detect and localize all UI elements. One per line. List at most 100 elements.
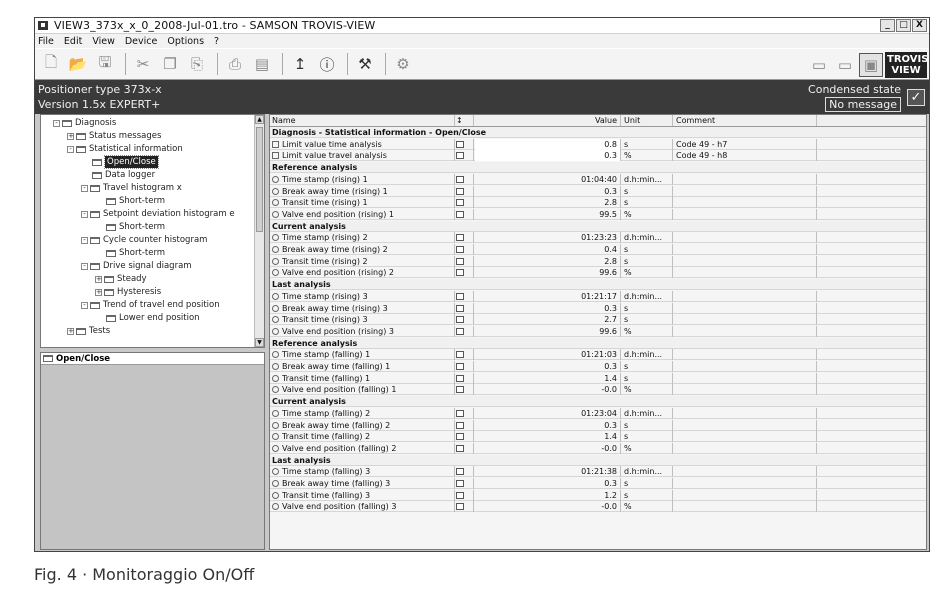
flag-cell[interactable] xyxy=(456,431,470,442)
table-row[interactable]: Limit value time analysis 0.8 s Code 49 - h… xyxy=(270,138,926,150)
flag-cell[interactable] xyxy=(456,139,470,150)
flag-checkbox[interactable] xyxy=(456,316,464,324)
flag-cell[interactable] xyxy=(456,373,470,384)
menu-options[interactable]: Options xyxy=(167,36,204,47)
column-header-comment[interactable]: Comment xyxy=(674,115,814,126)
table-row[interactable]: Time stamp (falling) 3 01:21:38 d.h:min... xyxy=(270,466,926,478)
flag-cell[interactable] xyxy=(456,314,470,325)
flag-cell[interactable] xyxy=(456,197,470,208)
parameter-value[interactable]: 0.3 xyxy=(475,478,620,489)
table-row[interactable]: Time stamp (rising) 2 01:23:23 d.h:min... xyxy=(270,232,926,244)
flag-checkbox[interactable] xyxy=(456,175,464,183)
parameter-value[interactable]: 0.4 xyxy=(475,244,620,255)
minimize-button[interactable]: _ xyxy=(880,19,895,32)
collapse-icon[interactable]: - xyxy=(67,145,74,153)
expand-icon[interactable]: + xyxy=(95,288,102,296)
print-icon[interactable]: ⎙ xyxy=(223,52,247,76)
flag-checkbox[interactable] xyxy=(456,269,464,277)
parameter-value[interactable]: -0.0 xyxy=(475,384,620,395)
close-button[interactable]: X xyxy=(912,19,927,32)
flag-checkbox[interactable] xyxy=(456,140,464,148)
flag-checkbox[interactable] xyxy=(456,234,464,242)
parameter-value[interactable]: 99.5 xyxy=(475,209,620,220)
condensed-state-icon[interactable]: ▣ xyxy=(859,53,883,77)
save-icon[interactable]: 🖫 xyxy=(93,52,117,76)
table-row[interactable]: Limit value travel analysis 0.3% Code 49 -… xyxy=(270,150,926,162)
flag-cell[interactable] xyxy=(456,408,470,419)
column-header-value[interactable]: Value xyxy=(475,115,620,126)
column-header-sort[interactable]: ↕ xyxy=(456,115,470,126)
tree-item[interactable]: Open/Close xyxy=(81,155,159,169)
flag-checkbox[interactable] xyxy=(456,351,464,359)
tree-item[interactable]: + Steady xyxy=(95,273,147,285)
flag-cell[interactable] xyxy=(456,303,470,314)
tree-item[interactable]: + Hysteresis xyxy=(95,286,161,298)
tree-item[interactable]: - Trend of travel end position xyxy=(81,299,220,311)
flag-checkbox[interactable] xyxy=(456,503,464,511)
table-row[interactable]: Valve end position (rising) 2 99.6% xyxy=(270,267,926,279)
table-row[interactable]: Transit time (rising) 1 2.8 s xyxy=(270,197,926,209)
flag-checkbox[interactable] xyxy=(456,292,464,300)
tree-item[interactable]: - Setpoint deviation histogram e xyxy=(81,208,235,220)
collapse-icon[interactable]: - xyxy=(81,236,88,244)
flag-checkbox[interactable] xyxy=(456,246,464,253)
parameter-value[interactable]: 01:04:40 xyxy=(475,174,620,185)
expand-icon[interactable]: + xyxy=(95,275,102,283)
scroll-up-icon[interactable]: ▲ xyxy=(255,115,264,124)
table-row[interactable]: Valve end position (rising) 3 99.6% xyxy=(270,325,926,337)
menu-file[interactable]: File xyxy=(38,36,54,47)
flag-cell[interactable] xyxy=(456,349,470,360)
flag-cell[interactable] xyxy=(456,384,470,395)
parameter-value[interactable]: 0.3 xyxy=(475,303,620,314)
parameter-value[interactable]: 0.3 xyxy=(475,186,620,197)
cut-icon[interactable]: ✂ xyxy=(131,52,155,76)
flag-checkbox[interactable] xyxy=(456,304,464,312)
parameter-value[interactable]: 01:23:23 xyxy=(475,232,620,243)
table-row[interactable]: Transit time (falling) 2 1.4 s xyxy=(270,431,926,443)
flag-cell[interactable] xyxy=(456,443,470,454)
parameter-value[interactable]: 2.7 xyxy=(475,314,620,325)
flag-checkbox[interactable] xyxy=(456,152,464,160)
parameter-value[interactable]: -0.0 xyxy=(475,443,620,454)
copy-icon[interactable]: ❐ xyxy=(158,52,182,76)
table-row[interactable]: Break away time (falling) 1 0.3 s xyxy=(270,361,926,372)
scroll-down-icon[interactable]: ▼ xyxy=(255,338,264,347)
parameter-value[interactable]: 01:21:38 xyxy=(475,466,620,477)
parameter-value[interactable]: 99.6 xyxy=(475,326,620,337)
expand-icon[interactable]: + xyxy=(67,132,74,140)
parameter-value[interactable]: -0.0 xyxy=(475,501,620,512)
table-row[interactable]: Time stamp (falling) 2 01:23:04 d.h:min... xyxy=(270,407,926,419)
parameter-value[interactable]: 1.2 xyxy=(475,490,620,501)
parameter-value[interactable]: 0.3 xyxy=(475,420,620,431)
table-row[interactable]: Transit time (rising) 2 2.8 s xyxy=(270,255,926,267)
column-header-unit[interactable]: Unit xyxy=(622,115,672,126)
flag-checkbox[interactable] xyxy=(456,468,464,476)
collapse-icon[interactable]: - xyxy=(81,301,88,309)
table-row[interactable]: Transit time (falling) 1 1.4 s xyxy=(270,372,926,384)
menu-edit[interactable]: Edit xyxy=(64,36,82,47)
wrench-icon[interactable]: ⚒ xyxy=(353,52,377,76)
flag-checkbox[interactable] xyxy=(456,386,464,394)
expand-icon[interactable]: + xyxy=(67,327,74,335)
table-row[interactable]: Transit time (rising) 3 2.7 s xyxy=(270,314,926,326)
collapse-icon[interactable]: - xyxy=(81,184,88,192)
tree-item[interactable]: Short-term xyxy=(95,247,165,259)
tree-item[interactable]: - Cycle counter histogram xyxy=(81,234,207,246)
table-row[interactable]: Break away time (rising) 2 0.4 s xyxy=(270,244,926,255)
tree-item[interactable]: - Statistical information xyxy=(67,143,183,155)
flag-checkbox[interactable] xyxy=(456,491,464,499)
tree-item[interactable]: - Diagnosis xyxy=(53,117,116,129)
parameter-value[interactable]: 01:21:03 xyxy=(475,349,620,360)
flag-checkbox[interactable] xyxy=(456,257,464,265)
flag-checkbox[interactable] xyxy=(456,374,464,382)
flag-cell[interactable] xyxy=(456,174,470,185)
offline-icon[interactable]: ▭ xyxy=(807,53,831,77)
flag-cell[interactable] xyxy=(456,244,470,255)
table-row[interactable]: Time stamp (rising) 3 01:21:17 d.h:min... xyxy=(270,290,926,302)
parameter-value[interactable]: 1.4 xyxy=(475,373,620,384)
title-bar[interactable]: VIEW3_373x_x_0_2008-Jul-01.tro - SAMSON … xyxy=(35,18,929,34)
flag-cell[interactable] xyxy=(456,490,470,501)
collapse-icon[interactable]: - xyxy=(53,119,60,127)
flag-cell[interactable] xyxy=(456,291,470,302)
table-row[interactable]: Time stamp (rising) 1 01:04:40 d.h:min... xyxy=(270,173,926,185)
